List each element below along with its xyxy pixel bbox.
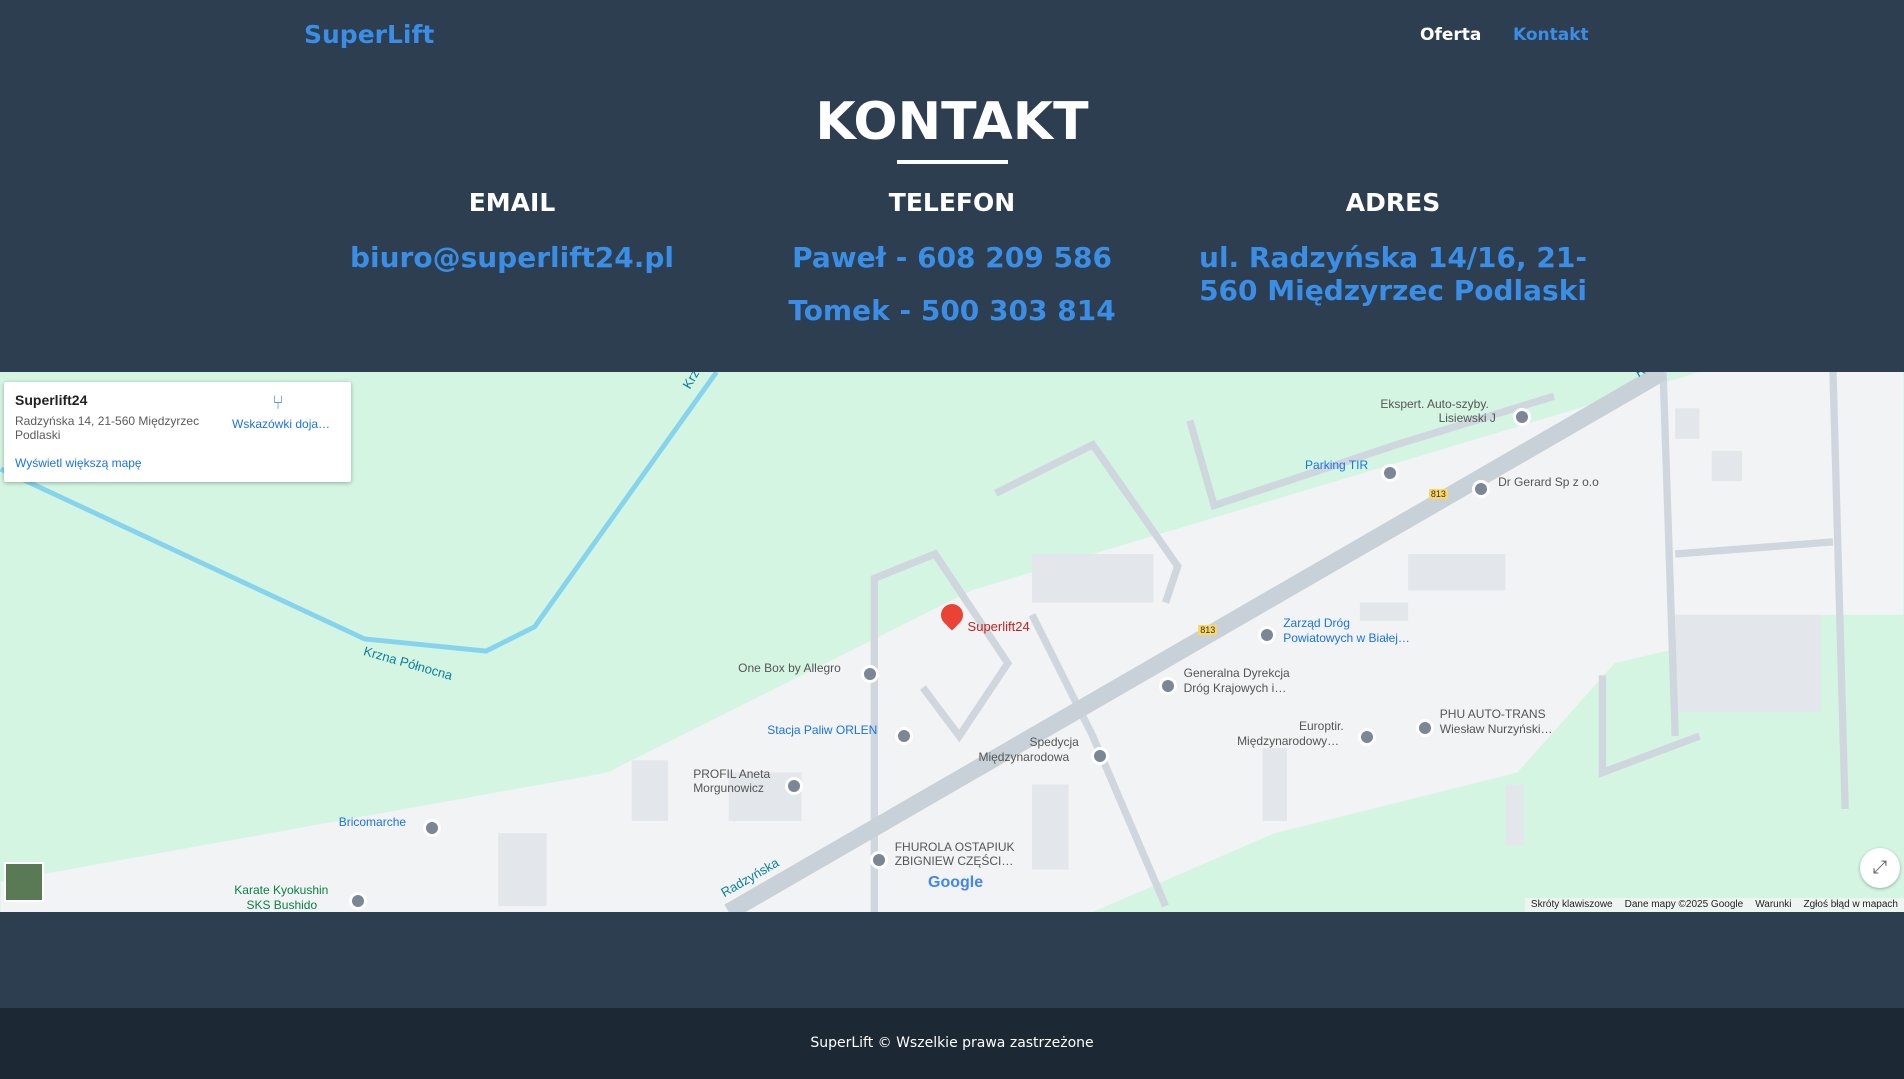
map-poi-label[interactable]: Dr Gerard Sp z o.o xyxy=(1498,475,1599,489)
terms-link[interactable]: Warunki xyxy=(1749,898,1797,912)
map-data-label: Dane mapy ©2025 Google xyxy=(1624,899,1744,910)
map-pin-icon[interactable] xyxy=(1090,746,1109,765)
directions-link[interactable]: Wskazówki doja… xyxy=(232,417,330,431)
address-heading: ADRES xyxy=(1345,188,1441,217)
address-section: ADRES ul. Radzyńska 14/16, 21-560 Między… xyxy=(1173,188,1613,307)
place-card: Superlift24 Radzyńska 14, 21-560 Międzyr… xyxy=(4,382,351,482)
map-poi-label[interactable]: Ekspert. Auto-szyby. xyxy=(1380,397,1489,411)
map-poi-label[interactable]: Dróg Krajowych i… xyxy=(1184,681,1287,695)
map-poi-label[interactable]: FHUROLA OSTAPIUK xyxy=(895,840,1015,854)
phone-heading: TELEFON xyxy=(888,188,1016,217)
map-poi-label[interactable]: Lisiewski J xyxy=(1439,411,1496,425)
map-poi-label[interactable]: ZBIGNIEW CZĘŚCI… xyxy=(895,854,1014,868)
map-poi-label[interactable]: Stacja Paliw ORLEN xyxy=(767,723,877,737)
phone-section: TELEFON Paweł - 608 209 586 Tomek - 500 … xyxy=(732,188,1172,347)
email-section: EMAIL biuro@superlift24.pl xyxy=(292,188,732,294)
logo[interactable]: SuperLift xyxy=(304,20,434,49)
place-address: Radzyńska 14, 21-560 Międzyrzec Podlaski xyxy=(15,414,200,442)
email-link[interactable]: biuro@superlift24.pl xyxy=(292,241,732,274)
google-logo: Google xyxy=(928,874,984,891)
page-title: KONTAKT xyxy=(815,92,1089,152)
email-heading: EMAIL xyxy=(468,188,556,217)
map-poi-label[interactable]: Powiatowych w Białej… xyxy=(1283,631,1410,645)
map-pin-icon[interactable] xyxy=(1416,718,1435,737)
directions-icon[interactable]: ⑂ xyxy=(272,392,284,415)
report-error-link[interactable]: Zgłoś błąd w mapach xyxy=(1798,898,1904,912)
satellite-toggle[interactable] xyxy=(4,862,44,902)
map-poi-label[interactable]: Międzynarodowy… xyxy=(1237,734,1339,748)
map-poi-label[interactable]: Międzynarodowa xyxy=(978,750,1069,764)
map-poi-label[interactable]: SKS Bushido xyxy=(246,898,317,912)
road-label: 813 xyxy=(1198,624,1218,635)
navbar: SuperLift Oferta Kontakt xyxy=(0,0,1904,72)
phone-link[interactable]: Paweł - 608 209 586 xyxy=(732,241,1172,274)
address-value: ul. Radzyńska 14/16, 21-560 Międzyrzec P… xyxy=(1199,241,1587,307)
map-pin-icon[interactable] xyxy=(1472,479,1491,498)
marker-label: Superlift24 xyxy=(967,618,1030,634)
map-pin-icon[interactable] xyxy=(784,776,803,795)
map-poi-label[interactable]: Karate Kyokushin xyxy=(234,883,328,897)
footer: SuperLift © Wszelkie prawa zastrzeżone xyxy=(0,1008,1904,1079)
nav-kontakt[interactable]: Kontakt xyxy=(1513,25,1589,45)
fullscreen-icon[interactable]: ⤢ xyxy=(1860,848,1900,888)
google-map[interactable]: Ekspert. Auto-szyby. Lisiewski J Parking T… xyxy=(0,372,1904,912)
phone-link[interactable]: Tomek - 500 303 814 xyxy=(732,294,1172,327)
place-name: Superlift24 xyxy=(15,392,88,408)
map-poi-label[interactable]: Spedycja xyxy=(1029,735,1078,749)
larger-map-link[interactable]: Wyświetl większą mapę xyxy=(15,456,142,470)
map-pin-icon[interactable] xyxy=(1381,463,1400,482)
map-pin-icon[interactable] xyxy=(869,851,888,870)
map-poi-label[interactable]: Generalna Dyrekcja xyxy=(1184,666,1290,680)
map-poi-label[interactable]: Morgunowicz xyxy=(693,781,764,795)
map-poi-label[interactable]: PHU AUTO-TRANS xyxy=(1440,707,1546,721)
road-label: 813 xyxy=(1428,488,1448,499)
map-poi-label[interactable]: PROFIL Aneta xyxy=(693,767,770,781)
keyboard-shortcuts-link[interactable]: Skróty klawiszowe xyxy=(1525,898,1619,912)
map-poi-label[interactable]: Parking TIR xyxy=(1305,458,1368,472)
map-poi-label[interactable]: Europtir. xyxy=(1299,719,1344,733)
map-poi-label[interactable]: Bricomarche xyxy=(339,815,406,829)
map-attribution: Skróty klawiszowe Dane mapy ©2025 Google… xyxy=(1524,898,1904,912)
map-poi-label[interactable]: Wiesław Nurzyński… xyxy=(1440,722,1553,736)
map-poi-label[interactable]: Zarząd Dróg xyxy=(1283,616,1350,630)
nav-oferta[interactable]: Oferta xyxy=(1420,25,1481,45)
title-underline xyxy=(897,160,1008,164)
map-poi-label[interactable]: One Box by Allegro xyxy=(738,661,841,675)
